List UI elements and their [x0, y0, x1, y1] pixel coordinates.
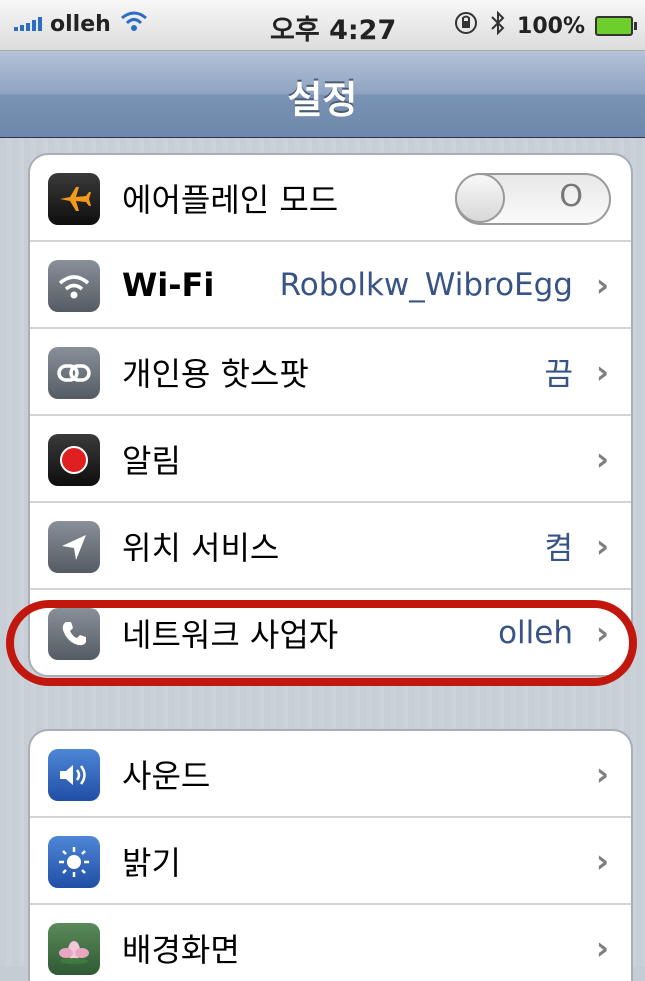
- battery-icon: [595, 16, 637, 36]
- location-services-value: 켬: [544, 531, 573, 567]
- chevron-right-icon: ›: [595, 754, 609, 793]
- row-personal-hotspot[interactable]: 개인용 핫스팟 끔 ›: [30, 329, 631, 416]
- chevron-right-icon: ›: [595, 928, 609, 967]
- toggle-off-text: O: [559, 179, 583, 214]
- wifi-status-icon: [119, 10, 149, 38]
- highlight-circle-annotation: [6, 600, 637, 686]
- chevron-right-icon: ›: [595, 265, 609, 304]
- hotspot-label: 개인용 핫스팟: [122, 354, 309, 393]
- settings-group-1: 에어플레인 모드 O Wi-Fi Robolkw_WibroEgg › 개인용 …: [28, 153, 633, 677]
- status-bar: olleh 오후 4:27 100%: [0, 0, 645, 51]
- signal-strength-icon: [14, 17, 42, 31]
- status-time: 오후 4:27: [270, 15, 397, 46]
- notification-icon: [48, 434, 100, 486]
- wifi-icon: [48, 260, 100, 312]
- row-wifi[interactable]: Wi-Fi Robolkw_WibroEgg ›: [30, 242, 631, 329]
- airplane-mode-label: 에어플레인 모드: [122, 180, 339, 219]
- chevron-right-icon: ›: [595, 841, 609, 880]
- row-notifications[interactable]: 알림 ›: [30, 416, 631, 503]
- wifi-label: Wi-Fi: [122, 265, 215, 304]
- brightness-label: 밝기: [122, 843, 181, 882]
- airplane-mode-toggle[interactable]: O: [455, 173, 611, 225]
- chevron-right-icon: ›: [595, 526, 609, 565]
- carrier-name: olleh: [50, 11, 111, 37]
- row-wallpaper[interactable]: 배경화면 ›: [30, 905, 631, 981]
- row-location-services[interactable]: 위치 서비스 켬 ›: [30, 503, 631, 590]
- row-airplane-mode: 에어플레인 모드 O: [30, 155, 631, 242]
- location-icon: [48, 521, 100, 573]
- notifications-label: 알림: [122, 441, 181, 480]
- toggle-knob: [455, 173, 505, 223]
- hotspot-value: 끔: [544, 357, 573, 393]
- navigation-bar: 설정: [0, 51, 645, 138]
- location-services-label: 위치 서비스: [122, 528, 280, 567]
- wifi-value: Robolkw_WibroEgg: [279, 266, 573, 303]
- settings-group-2: 사운드 › 밝기 › 배경화면 ›: [28, 729, 633, 981]
- hotspot-icon: [48, 347, 100, 399]
- bluetooth-icon: [489, 10, 507, 42]
- wallpaper-icon: [48, 923, 100, 975]
- status-right: 100%: [453, 10, 637, 42]
- rotation-lock-icon: [453, 10, 479, 42]
- row-sound[interactable]: 사운드 ›: [30, 731, 631, 818]
- wallpaper-label: 배경화면: [122, 930, 240, 969]
- row-brightness[interactable]: 밝기 ›: [30, 818, 631, 905]
- carrier-info: olleh: [14, 10, 149, 38]
- chevron-right-icon: ›: [595, 352, 609, 391]
- sound-label: 사운드: [122, 756, 211, 795]
- page-title: 설정: [287, 78, 358, 122]
- chevron-right-icon: ›: [595, 439, 609, 478]
- airplane-icon: [48, 173, 100, 225]
- battery-percent: 100%: [517, 13, 585, 39]
- brightness-icon: [48, 836, 100, 888]
- sound-icon: [48, 749, 100, 801]
